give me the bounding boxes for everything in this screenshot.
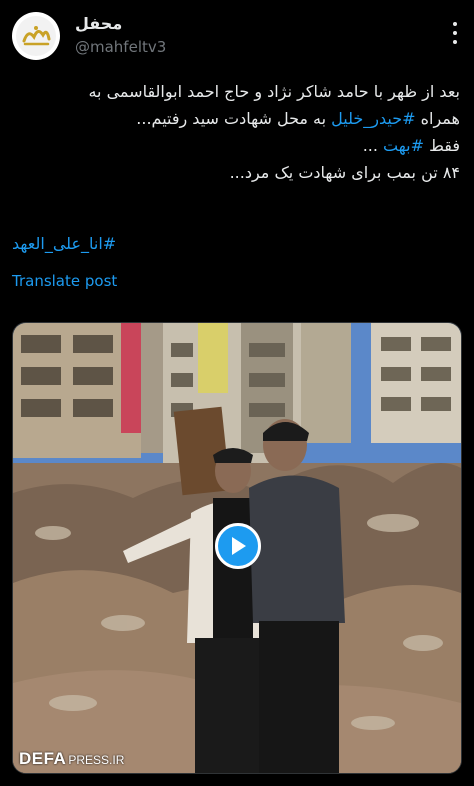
more-options-icon[interactable] <box>452 22 458 44</box>
post-text-segment: ... <box>362 136 384 155</box>
post-text: بعد از ظهر با حامد شاکر نژاد و حاج احمد … <box>12 78 460 186</box>
hashtag-link[interactable]: #حیدر_خلیل <box>331 109 415 128</box>
watermark-brand: DEFA <box>19 749 67 768</box>
translate-post-link[interactable]: Translate post <box>12 272 117 290</box>
avatar[interactable] <box>12 12 60 60</box>
post-hashtag-line: #انا_علی_العهد <box>12 234 460 253</box>
defapress-watermark: DEFA PRESS.IR <box>19 749 124 769</box>
post-line: همراه #حیدر_خلیل به محل شهادت سید رفتیم.… <box>12 105 460 132</box>
post-text-segment: فقط <box>423 136 460 155</box>
mahfel-logo-icon <box>16 16 56 56</box>
post-line: ۸۴ تن بمب برای شهادت یک مرد... <box>229 163 460 182</box>
post-text-segment: همراه <box>415 109 460 128</box>
author-display-name[interactable]: محفل <box>75 14 122 33</box>
author-handle[interactable]: @mahfeltv3 <box>75 38 166 56</box>
post-text-segment: به محل شهادت سید رفتیم... <box>136 109 332 128</box>
post-line: بعد از ظهر با حامد شاکر نژاد و حاج احمد … <box>88 82 460 101</box>
post-line: فقط #بهت ... <box>12 132 460 159</box>
hashtag-link[interactable]: #انا_علی_العهد <box>12 234 116 253</box>
hashtag-link[interactable]: #بهت <box>383 136 424 155</box>
watermark-sub: PRESS.IR <box>68 753 125 767</box>
play-icon[interactable] <box>215 523 261 569</box>
video-thumbnail[interactable]: DEFA PRESS.IR <box>12 322 462 774</box>
post-header: محفل @mahfeltv3 <box>0 0 474 70</box>
